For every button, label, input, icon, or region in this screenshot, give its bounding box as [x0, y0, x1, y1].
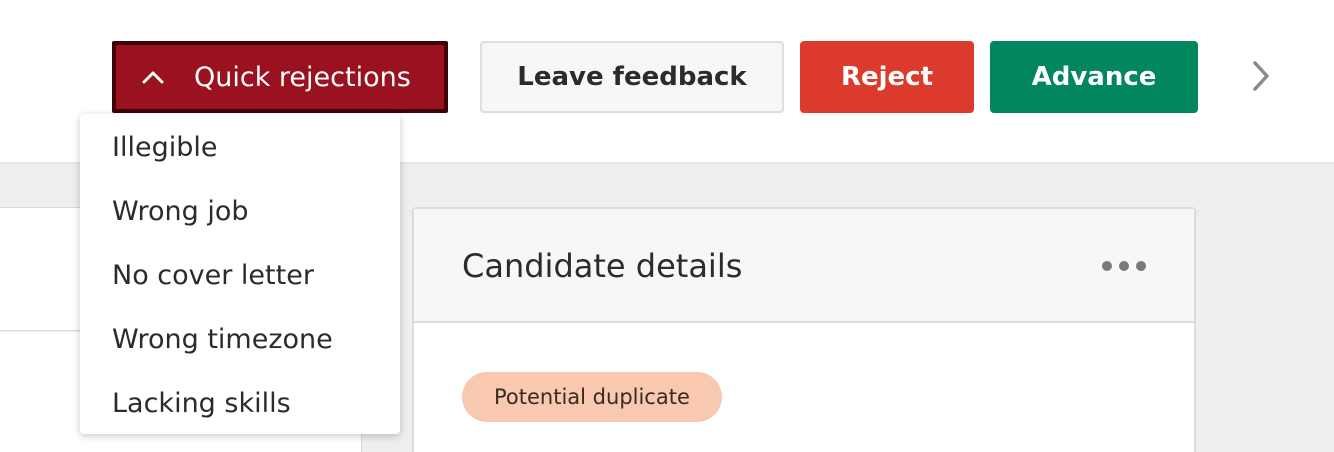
- advance-button[interactable]: Advance: [990, 41, 1198, 113]
- menu-item-illegible[interactable]: Illegible: [80, 115, 400, 179]
- menu-item-wrong-job[interactable]: Wrong job: [80, 179, 400, 243]
- more-options-icon[interactable]: [1098, 255, 1150, 277]
- potential-duplicate-badge[interactable]: Potential duplicate: [462, 372, 722, 422]
- leave-feedback-button[interactable]: Leave feedback: [480, 41, 784, 113]
- chevron-up-icon: [138, 62, 168, 92]
- card-title: Candidate details: [462, 247, 743, 285]
- menu-item-no-cover-letter[interactable]: No cover letter: [80, 243, 400, 307]
- menu-item-lacking-skills[interactable]: Lacking skills: [80, 371, 400, 435]
- quick-rejections-label: Quick rejections: [194, 61, 411, 93]
- quick-rejections-menu: Illegible Wrong job No cover letter Wron…: [80, 114, 400, 434]
- reject-button[interactable]: Reject: [800, 41, 974, 113]
- card-header: Candidate details: [414, 209, 1194, 323]
- quick-rejections-button[interactable]: Quick rejections: [112, 41, 448, 113]
- candidate-details-card: Candidate details Potential duplicate: [412, 207, 1196, 452]
- chevron-right-icon[interactable]: [1240, 56, 1280, 96]
- menu-item-wrong-timezone[interactable]: Wrong timezone: [80, 307, 400, 371]
